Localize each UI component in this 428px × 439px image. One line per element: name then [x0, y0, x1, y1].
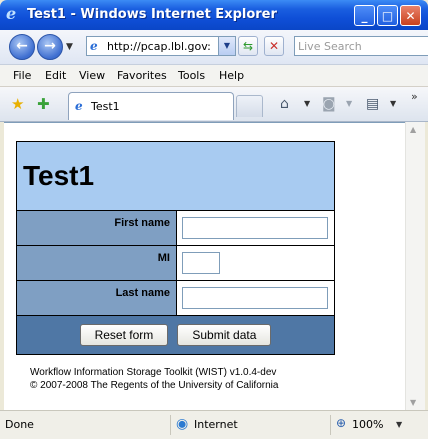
last-name-input[interactable]: [182, 287, 328, 309]
address-text[interactable]: http://pcap.lbl.gov:98: [107, 40, 211, 53]
maximize-button[interactable]: □: [377, 5, 398, 26]
submit-data-button[interactable]: Submit data: [177, 324, 272, 346]
tab-bar: ★ ✚ e Test1 ⌂ ▼ ◙ ▼ ▤ ▼ »: [0, 87, 428, 122]
home-icon[interactable]: ⌂: [280, 96, 289, 112]
minimize-button[interactable]: _: [354, 5, 375, 26]
globe-icon: ◉: [176, 416, 189, 432]
zoom-level[interactable]: 100%: [352, 418, 383, 431]
favorites-star-icon[interactable]: ★: [11, 95, 24, 113]
first-name-label: First name: [16, 210, 177, 246]
first-name-cell: [176, 210, 335, 246]
history-dropdown-icon[interactable]: ▼: [66, 42, 73, 52]
add-favorite-icon[interactable]: ✚: [37, 95, 50, 113]
back-button[interactable]: ←: [9, 34, 35, 60]
scroll-down-icon[interactable]: ▼: [410, 398, 416, 407]
close-button[interactable]: ✕: [400, 5, 421, 26]
refresh-button[interactable]: ⇆: [238, 36, 258, 56]
page-content: Test1 First name MI Last name Reset form…: [4, 122, 409, 411]
tab-label: Test1: [91, 100, 120, 113]
mi-input[interactable]: [182, 252, 220, 274]
footer: Workflow Information Storage Toolkit (WI…: [30, 366, 278, 392]
feeds-icon[interactable]: ◙: [322, 96, 336, 112]
new-tab-button[interactable]: [236, 95, 263, 117]
stop-button[interactable]: ✕: [264, 36, 284, 56]
menu-tools[interactable]: Tools: [178, 69, 205, 82]
menu-bar: File Edit View Favorites Tools Help: [0, 65, 428, 87]
page-icon: e: [90, 39, 98, 53]
print-dropdown-icon[interactable]: ▼: [390, 99, 396, 108]
status-text: Done: [5, 418, 34, 431]
zoom-dropdown-icon[interactable]: ▼: [396, 420, 402, 429]
ie-window: e Test1 - Windows Internet Explorer _ □ …: [0, 0, 428, 439]
address-dropdown-icon[interactable]: ▼: [218, 37, 235, 55]
security-zone[interactable]: Internet: [194, 418, 238, 431]
button-row: Reset form Submit data: [16, 315, 335, 355]
refresh-icon: ⇆: [242, 39, 254, 53]
menu-favorites[interactable]: Favorites: [117, 69, 167, 82]
ie-logo-icon: e: [6, 4, 17, 23]
home-dropdown-icon[interactable]: ▼: [304, 99, 310, 108]
page-title: Test1: [16, 141, 335, 211]
menu-view[interactable]: View: [79, 69, 105, 82]
menu-help[interactable]: Help: [219, 69, 244, 82]
tab-test1[interactable]: e Test1: [68, 92, 234, 120]
back-arrow-icon: ←: [16, 38, 28, 54]
zoom-icon[interactable]: ⊕: [336, 416, 346, 430]
search-box[interactable]: Live Search: [294, 36, 428, 56]
last-name-cell: [176, 280, 335, 316]
stop-icon: ✕: [268, 39, 280, 53]
status-divider: [330, 415, 331, 435]
footer-line-2: © 2007-2008 The Regents of the Universit…: [30, 380, 279, 391]
mi-label: MI: [16, 245, 177, 281]
toolbar-overflow-icon[interactable]: »: [411, 90, 418, 103]
reset-form-button[interactable]: Reset form: [79, 324, 169, 346]
first-name-input[interactable]: [182, 217, 328, 239]
print-icon[interactable]: ▤: [366, 96, 379, 112]
scroll-up-icon[interactable]: ▲: [410, 125, 416, 134]
vertical-scrollbar[interactable]: [405, 122, 425, 410]
search-placeholder: Live Search: [298, 40, 362, 53]
tab-page-icon: e: [75, 99, 83, 113]
footer-line-1: Workflow Information Storage Toolkit (WI…: [30, 367, 277, 378]
menu-edit[interactable]: Edit: [45, 69, 66, 82]
status-bar: Done ◉ Internet ⊕ 100% ▼: [0, 410, 428, 439]
address-bar[interactable]: e http://pcap.lbl.gov:98 ▼: [86, 36, 236, 56]
last-name-label: Last name: [16, 280, 177, 316]
status-divider: [170, 415, 171, 435]
window-title: Test1 - Windows Internet Explorer: [27, 7, 277, 22]
menu-file[interactable]: File: [13, 69, 31, 82]
forward-arrow-icon: →: [44, 38, 56, 54]
feeds-dropdown-icon[interactable]: ▼: [346, 99, 352, 108]
forward-button[interactable]: →: [37, 34, 63, 60]
mi-cell: [176, 245, 335, 281]
navigation-bar: ← → ▼ e http://pcap.lbl.gov:98 ▼ ⇆ ✕ Liv…: [0, 30, 428, 65]
form-table: Test1 First name MI Last name Reset form…: [16, 141, 335, 355]
title-bar[interactable]: e Test1 - Windows Internet Explorer _ □ …: [0, 0, 428, 30]
